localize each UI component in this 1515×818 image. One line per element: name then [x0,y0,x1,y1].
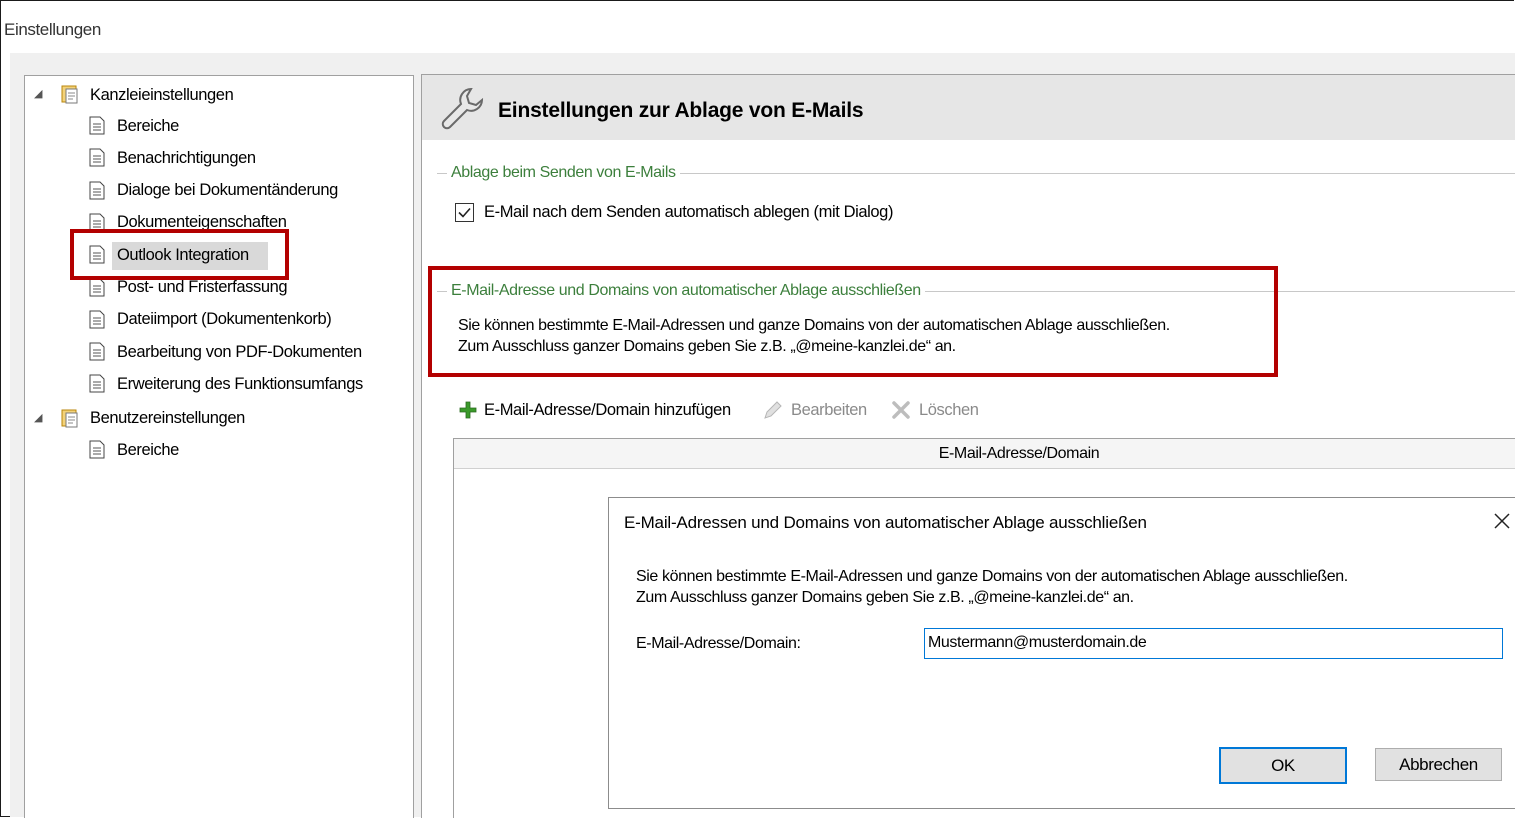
tree-item[interactable]: Bereiche [117,112,179,140]
document-icon [89,181,105,205]
delete-button[interactable]: Löschen [919,401,979,420]
column-header-address[interactable]: E-Mail-Adresse/Domain [454,445,1515,463]
tree-item[interactable]: Dialoge bei Dokumentänderung [117,177,338,205]
wrench-icon [437,83,487,138]
document-icon [89,116,105,140]
tree-item[interactable]: Dateiimport (Dokumentenkorb) [117,306,332,334]
tree-item-label: Benachrichtigungen [117,148,256,167]
dialog-description-line1: Sie können bestimmte E-Mail-Adressen und… [636,568,1348,585]
add-icon[interactable] [459,401,477,424]
window-title: Einstellungen [4,20,101,39]
content-title: Einstellungen zur Ablage von E-Mails [498,99,864,122]
settings-folder-icon [61,409,79,433]
title-bar [1,1,1515,53]
cancel-button[interactable]: Abbrechen [1375,748,1502,781]
tree-item-label: Bearbeitung von PDF-Dokumenten [117,342,362,361]
settings-folder-icon [61,85,79,109]
document-icon [89,310,105,334]
auto-archive-checkbox[interactable] [455,203,474,227]
document-icon [89,342,105,366]
pencil-icon [762,399,784,426]
delete-x-icon [891,400,911,425]
ok-button[interactable]: OK [1219,747,1347,784]
tree-item[interactable]: Benachrichtigungen [117,144,256,172]
tree-item-label: Dialoge bei Dokumentänderung [117,181,338,200]
address-input-value: Mustermann@musterdomain.de [928,634,1147,651]
highlight-exclude-section [428,266,1278,377]
dialog-description-line2: Zum Ausschluss ganzer Domains geben Sie … [636,589,1134,606]
tree-group-kanzleieinstellungen[interactable]: Kanzleieinstellungen [90,81,234,109]
tree-item[interactable]: Bereiche [117,436,179,464]
document-icon [89,148,105,172]
add-address-button[interactable]: E-Mail-Adresse/Domain hinzufügen [484,401,731,420]
tree-item-label: Bereiche [117,116,179,135]
dialog-title: E-Mail-Adressen und Domains von automati… [624,513,1147,532]
collapse-arrow-icon[interactable]: ◢ [34,87,42,100]
tree-item-label: Bereiche [117,440,179,459]
edit-button[interactable]: Bearbeiten [791,401,867,420]
auto-archive-label[interactable]: E-Mail nach dem Senden automatisch ableg… [484,203,893,222]
close-icon[interactable] [1492,511,1512,536]
document-icon [89,374,105,398]
document-icon [89,440,105,464]
document-icon [89,278,105,302]
collapse-arrow-icon[interactable]: ◢ [34,411,42,424]
tree-item[interactable]: Erweiterung des Funktionsumfangs [117,370,363,398]
address-input[interactable]: Mustermann@musterdomain.de [924,628,1503,659]
group-caption-send: Ablage beim Senden von E-Mails [447,164,680,182]
highlight-outlook-integration [70,229,289,280]
address-field-label: E-Mail-Adresse/Domain: [636,635,801,652]
tree-item[interactable]: Bearbeitung von PDF-Dokumenten [117,338,362,366]
tree-item-label: Post- und Fristerfassung [117,278,288,296]
tree-item-label: Dateiimport (Dokumentenkorb) [117,310,332,329]
tree-group-benutzereinstellungen[interactable]: Benutzereinstellungen [90,404,245,432]
tree-item-label: Erweiterung des Funktionsumfangs [117,374,363,393]
